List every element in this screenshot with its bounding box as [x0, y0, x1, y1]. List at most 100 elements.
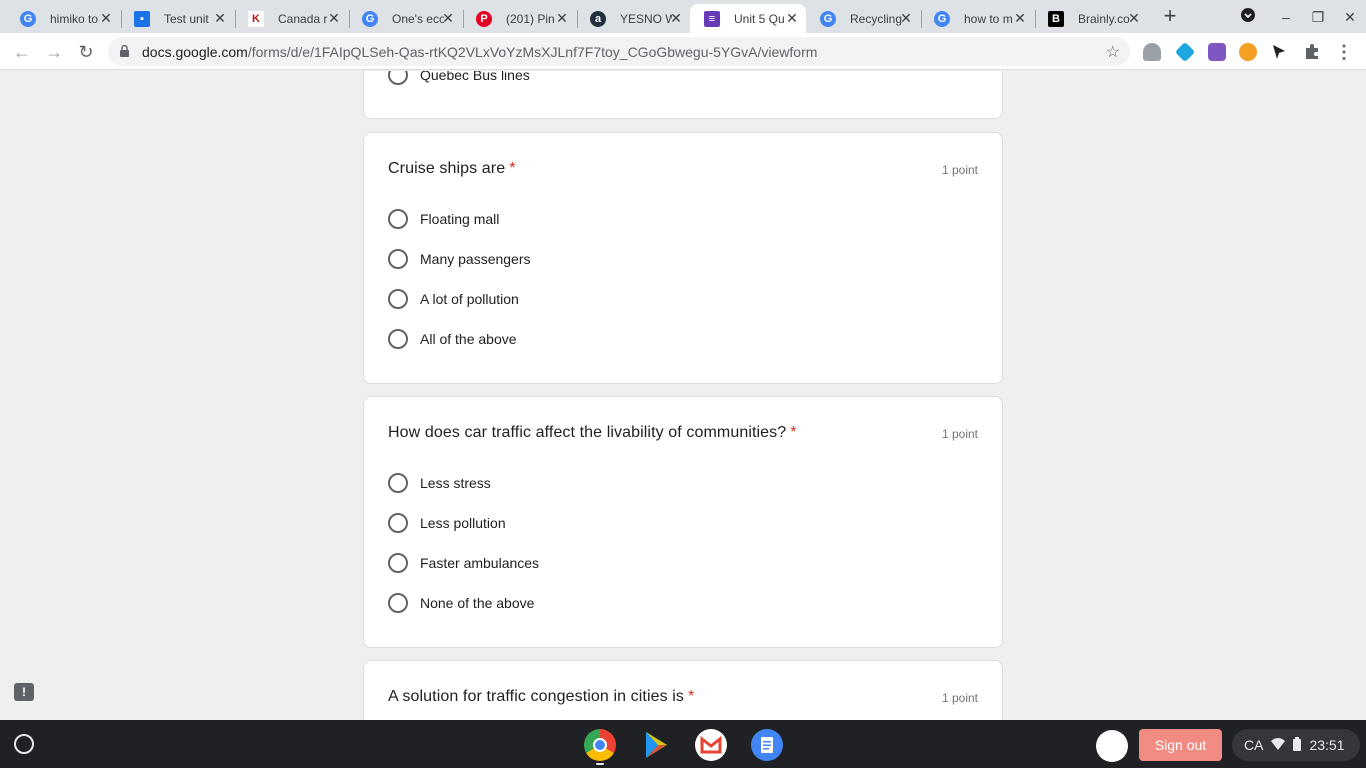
lock-icon — [120, 45, 129, 57]
chrome-app-icon[interactable] — [584, 729, 616, 761]
question-card: How does car traffic affect the livabili… — [363, 396, 1003, 648]
extension-puzzle-purple-icon[interactable] — [1208, 43, 1226, 61]
radio-button[interactable] — [388, 553, 408, 573]
url-text: docs.google.com/forms/d/e/1FAIpQLSeh-Qas… — [142, 44, 817, 60]
option-label: Floating mall — [420, 211, 500, 227]
option-label: Quebec Bus lines — [420, 71, 530, 83]
question-title: How does car traffic affect the livabili… — [388, 424, 797, 442]
tab-title: Brainly.co — [1078, 11, 1130, 26]
radio-option[interactable]: Quebec Bus lines — [388, 71, 530, 87]
required-asterisk: * — [688, 688, 695, 705]
close-icon[interactable]: ✕ — [898, 10, 914, 26]
tab-6[interactable]: a YESNO W ✕ — [576, 4, 690, 33]
amazon-icon: a — [590, 10, 606, 27]
google-icon: G — [934, 10, 950, 27]
bookmark-star-icon[interactable]: ☆ — [1106, 42, 1120, 62]
extension-diamond-icon[interactable] — [1174, 41, 1196, 63]
status-tray[interactable]: CA 23:51 — [1232, 729, 1360, 761]
extension-face-icon[interactable] — [1239, 43, 1257, 61]
reload-icon[interactable]: ↻ — [74, 40, 98, 64]
radio-button[interactable] — [388, 329, 408, 349]
question-text: Cruise ships are — [388, 160, 506, 177]
question-title: A solution for traffic congestion in cit… — [388, 688, 694, 706]
address-bar[interactable]: docs.google.com/forms/d/e/1FAIpQLSeh-Qas… — [108, 37, 1130, 66]
option-label: Less stress — [420, 475, 491, 491]
extensions-puzzle-icon[interactable] — [1303, 43, 1321, 61]
report-feedback-icon[interactable]: ! — [14, 683, 34, 701]
tab-10[interactable]: B Brainly.co ✕ — [1034, 4, 1148, 33]
ks-icon: K — [248, 10, 264, 27]
docs-icon[interactable] — [751, 729, 783, 761]
new-tab-button[interactable]: + — [1160, 5, 1180, 27]
form-page: Quebec Bus lines Cruise ships are * 1 poi… — [0, 71, 1366, 720]
radio-button[interactable] — [388, 593, 408, 613]
radio-button[interactable] — [388, 209, 408, 229]
close-icon[interactable]: ✕ — [1126, 10, 1142, 26]
close-window-icon[interactable]: ✕ — [1340, 7, 1360, 27]
battery-icon — [1293, 736, 1302, 754]
clock-time: 23:51 — [1309, 737, 1345, 753]
tab-5[interactable]: P (201) Pin ✕ — [462, 4, 576, 33]
option-label: None of the above — [420, 595, 535, 611]
required-asterisk: * — [790, 424, 797, 441]
restore-icon[interactable]: ❐ — [1308, 7, 1328, 27]
tab-4[interactable]: G One's eco ✕ — [348, 4, 462, 33]
radio-button[interactable] — [388, 513, 408, 533]
tab-title: Recycling — [850, 11, 902, 26]
radio-option[interactable]: All of the above — [388, 327, 517, 351]
tab-title: Test unit — [164, 11, 209, 26]
radio-option[interactable]: A lot of pollution — [388, 287, 519, 311]
question-card-previous: Quebec Bus lines — [363, 71, 1003, 119]
question-card: A solution for traffic congestion in cit… — [363, 660, 1003, 720]
radio-option[interactable]: None of the above — [388, 591, 534, 615]
avatar[interactable] — [1096, 730, 1128, 762]
gmail-icon[interactable] — [695, 729, 727, 761]
question-title: Cruise ships are * — [388, 160, 516, 178]
radio-option[interactable]: Many passengers — [388, 247, 531, 271]
radio-option[interactable]: Less pollution — [388, 511, 506, 535]
option-label: Many passengers — [420, 251, 531, 267]
tab-7-active[interactable]: ≡ Unit 5 Qu ✕ — [690, 4, 806, 33]
question-text: A solution for traffic congestion in cit… — [388, 688, 685, 705]
forward-icon[interactable]: → — [42, 40, 66, 64]
close-icon[interactable]: ✕ — [668, 10, 684, 26]
close-icon[interactable]: ✕ — [440, 10, 456, 26]
tab-title: himiko to — [50, 11, 99, 26]
tab-strip: G himiko to ✕ ▪ Test unit ✕ K Canada r ✕… — [0, 0, 1366, 33]
radio-option[interactable]: Faster ambulances — [388, 551, 539, 575]
tab-1[interactable]: G himiko to ✕ — [6, 4, 120, 33]
extension-ghost-icon[interactable] — [1143, 43, 1161, 61]
close-icon[interactable]: ✕ — [98, 10, 114, 26]
radio-button[interactable] — [388, 473, 408, 493]
question-points: 1 point — [941, 691, 978, 705]
tab-8[interactable]: G Recycling ✕ — [806, 4, 920, 33]
close-icon[interactable]: ✕ — [784, 10, 800, 26]
play-store-icon[interactable] — [640, 729, 672, 761]
option-label: Faster ambulances — [420, 555, 540, 571]
tab-9[interactable]: G how to m ✕ — [920, 4, 1034, 33]
tab-2[interactable]: ▪ Test unit ✕ — [120, 4, 234, 33]
radio-option[interactable]: Floating mall — [388, 207, 499, 231]
locale-label: CA — [1244, 737, 1264, 753]
google-icon: G — [20, 10, 36, 27]
minimize-icon[interactable]: – — [1276, 7, 1296, 27]
sign-out-button[interactable]: Sign out — [1139, 729, 1222, 761]
close-icon[interactable]: ✕ — [554, 10, 570, 26]
question-card: Cruise ships are * 1 point Floating mall … — [363, 132, 1003, 384]
radio-option[interactable]: Less stress — [388, 471, 491, 495]
google-icon: G — [362, 10, 378, 27]
active-app-indicator — [596, 763, 604, 765]
close-icon[interactable]: ✕ — [326, 10, 342, 26]
tab-search-icon[interactable] — [1238, 7, 1258, 27]
radio-button[interactable] — [388, 71, 408, 85]
radio-button[interactable] — [388, 249, 408, 269]
launcher-icon[interactable] — [14, 734, 34, 754]
forms-icon: ≡ — [704, 10, 720, 27]
extension-cursor-icon[interactable] — [1270, 43, 1288, 61]
more-menu-icon[interactable]: ⋮ — [1332, 40, 1356, 64]
tab-3[interactable]: K Canada r ✕ — [234, 4, 348, 33]
radio-button[interactable] — [388, 289, 408, 309]
close-icon[interactable]: ✕ — [212, 10, 228, 26]
close-icon[interactable]: ✕ — [1012, 10, 1028, 26]
back-icon[interactable]: ← — [10, 40, 34, 64]
